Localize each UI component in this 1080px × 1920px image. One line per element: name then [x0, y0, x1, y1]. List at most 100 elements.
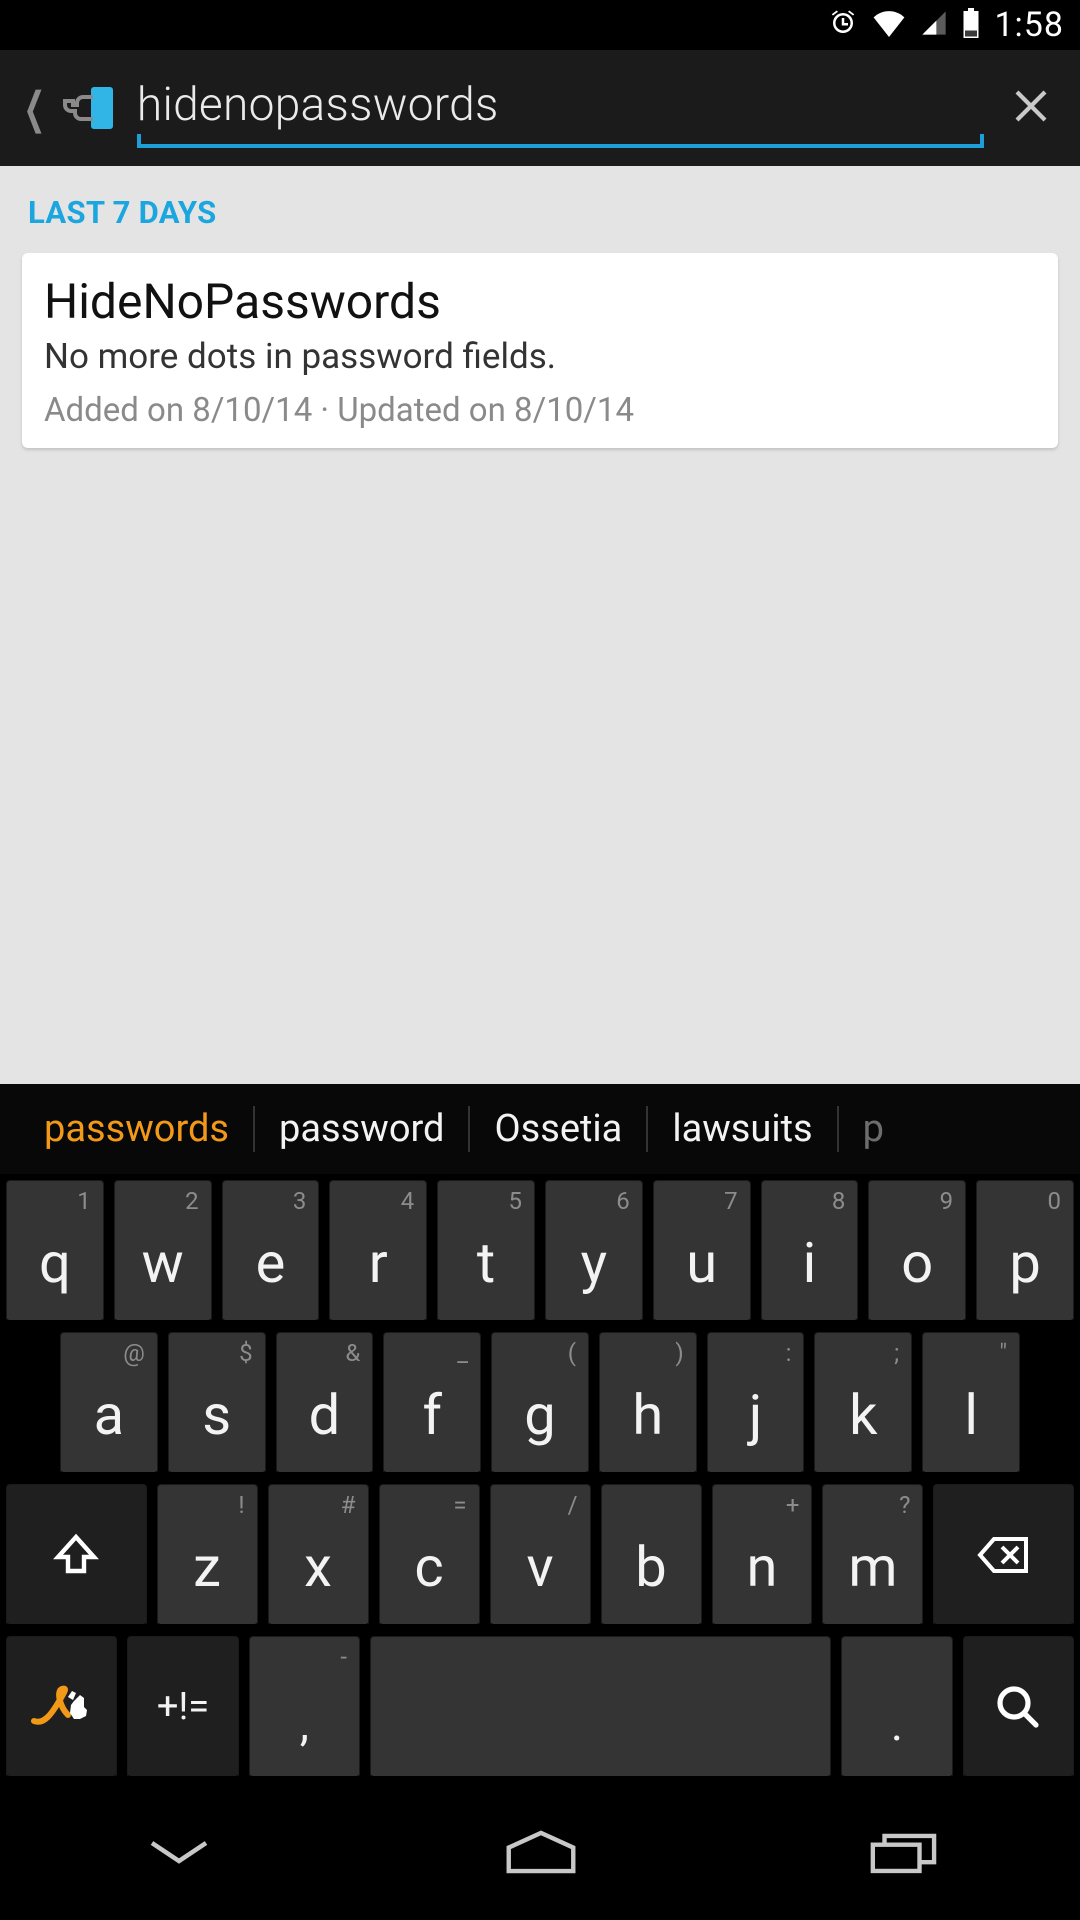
- suggestion-item[interactable]: p: [839, 1107, 908, 1151]
- key-label: p: [1009, 1230, 1040, 1296]
- key-hint: 2: [185, 1187, 199, 1215]
- key-i[interactable]: 8i: [761, 1180, 859, 1322]
- key-o[interactable]: 9o: [868, 1180, 966, 1322]
- key-label: e: [256, 1230, 286, 1296]
- module-description: No more dots in password fields.: [44, 336, 1036, 377]
- comma-key[interactable]: - ,: [249, 1636, 360, 1778]
- period-key[interactable]: .: [841, 1636, 952, 1778]
- key-label: l: [964, 1382, 978, 1448]
- key-label: w: [142, 1230, 184, 1296]
- key-hint: 1: [77, 1187, 91, 1215]
- nav-home-button[interactable]: [442, 1810, 640, 1898]
- clear-search-button[interactable]: [1010, 85, 1052, 131]
- key-r[interactable]: 4r: [329, 1180, 427, 1322]
- key-label: v: [526, 1534, 553, 1600]
- key-label: f: [423, 1382, 442, 1448]
- key-label: t: [477, 1230, 495, 1296]
- back-button[interactable]: ❮: [16, 82, 137, 134]
- key-t[interactable]: 5t: [437, 1180, 535, 1322]
- key-hint: 6: [616, 1187, 630, 1215]
- key-u[interactable]: 7u: [653, 1180, 751, 1322]
- key-label: c: [414, 1534, 443, 1600]
- symbols-key[interactable]: +!=: [127, 1636, 238, 1778]
- key-hint: #: [341, 1491, 356, 1519]
- key-a[interactable]: @a: [60, 1332, 158, 1474]
- search-field-wrap: [137, 62, 984, 155]
- key-h[interactable]: )h: [599, 1332, 697, 1474]
- nav-back-button[interactable]: [83, 1814, 275, 1894]
- chevron-left-icon: ❮: [23, 82, 45, 134]
- suggestion-item[interactable]: password: [255, 1107, 468, 1151]
- key-g[interactable]: (g: [491, 1332, 589, 1474]
- key-x[interactable]: #x: [268, 1484, 369, 1626]
- results-area: LAST 7 DAYS HideNoPasswords No more dots…: [0, 166, 1080, 1084]
- close-icon: [1010, 85, 1052, 127]
- key-label: o: [901, 1230, 933, 1296]
- keyboard-row: !z#x=c/vb+n?m: [6, 1484, 1074, 1626]
- key-hint: !: [238, 1491, 244, 1519]
- key-n[interactable]: +n: [712, 1484, 813, 1626]
- key-hint: 7: [724, 1187, 738, 1215]
- key-e[interactable]: 3e: [222, 1180, 320, 1322]
- status-bar: 1:58: [0, 0, 1080, 50]
- key-label: k: [849, 1382, 877, 1448]
- key-f[interactable]: _f: [383, 1332, 481, 1474]
- key-hint: &: [345, 1339, 360, 1367]
- search-input[interactable]: [137, 74, 984, 142]
- key-z[interactable]: !z: [157, 1484, 258, 1626]
- key-w[interactable]: 2w: [114, 1180, 212, 1322]
- cell-signal-icon: [920, 9, 948, 41]
- key-label: .: [891, 1698, 903, 1752]
- key-hint: =: [453, 1491, 466, 1519]
- section-header: LAST 7 DAYS: [22, 166, 1058, 253]
- key-hint: :: [786, 1339, 792, 1367]
- key-m[interactable]: ?m: [822, 1484, 923, 1626]
- key-label: q: [39, 1230, 71, 1296]
- backspace-key[interactable]: [933, 1484, 1074, 1626]
- key-v[interactable]: /v: [490, 1484, 591, 1626]
- key-j[interactable]: :j: [707, 1332, 805, 1474]
- recent-apps-icon: [867, 1830, 937, 1874]
- key-hint: (: [568, 1339, 576, 1367]
- suggestion-item[interactable]: lawsuits: [648, 1107, 836, 1151]
- shift-key[interactable]: [6, 1484, 147, 1626]
- key-hint: 3: [293, 1187, 307, 1215]
- key-hint: 5: [508, 1187, 522, 1215]
- key-y[interactable]: 6y: [545, 1180, 643, 1322]
- swype-icon: [30, 1685, 94, 1729]
- key-l[interactable]: "l: [922, 1332, 1020, 1474]
- key-d[interactable]: &d: [276, 1332, 374, 1474]
- suggestion-item[interactable]: passwords: [20, 1107, 253, 1151]
- key-q[interactable]: 1q: [6, 1180, 104, 1322]
- key-c[interactable]: =c: [379, 1484, 480, 1626]
- key-s[interactable]: $s: [168, 1332, 266, 1474]
- keyboard-row: @a$s&d_f(g)h:j;k"l: [6, 1332, 1074, 1474]
- key-label: s: [202, 1382, 231, 1448]
- key-hint: +: [786, 1491, 800, 1519]
- status-clock: 1:58: [994, 5, 1064, 45]
- module-meta: Added on 8/10/14 · Updated on 8/10/14: [44, 391, 1036, 430]
- module-title: HideNoPasswords: [44, 273, 1036, 330]
- search-action-key[interactable]: [963, 1636, 1074, 1778]
- home-icon: [502, 1830, 580, 1874]
- suggestion-item[interactable]: Ossetia: [470, 1107, 646, 1151]
- space-key[interactable]: [370, 1636, 831, 1778]
- module-card[interactable]: HideNoPasswords No more dots in password…: [22, 253, 1058, 448]
- key-p[interactable]: 0p: [976, 1180, 1074, 1322]
- key-b[interactable]: b: [601, 1484, 702, 1626]
- backspace-icon: [976, 1535, 1032, 1575]
- key-hint: /: [568, 1491, 578, 1519]
- key-label: n: [747, 1534, 778, 1600]
- action-bar: ❮: [0, 50, 1080, 166]
- key-label: y: [581, 1230, 608, 1296]
- swype-key[interactable]: [6, 1636, 117, 1778]
- battery-icon: [962, 8, 980, 42]
- key-label: j: [749, 1382, 762, 1448]
- navigation-bar: [0, 1788, 1080, 1920]
- key-k[interactable]: ;k: [814, 1332, 912, 1474]
- key-label: ,: [300, 1698, 309, 1752]
- keyboard-row: +!= - , .: [6, 1636, 1074, 1778]
- key-hint: $: [239, 1339, 253, 1367]
- nav-recent-button[interactable]: [807, 1810, 997, 1898]
- alarm-icon: [828, 8, 858, 42]
